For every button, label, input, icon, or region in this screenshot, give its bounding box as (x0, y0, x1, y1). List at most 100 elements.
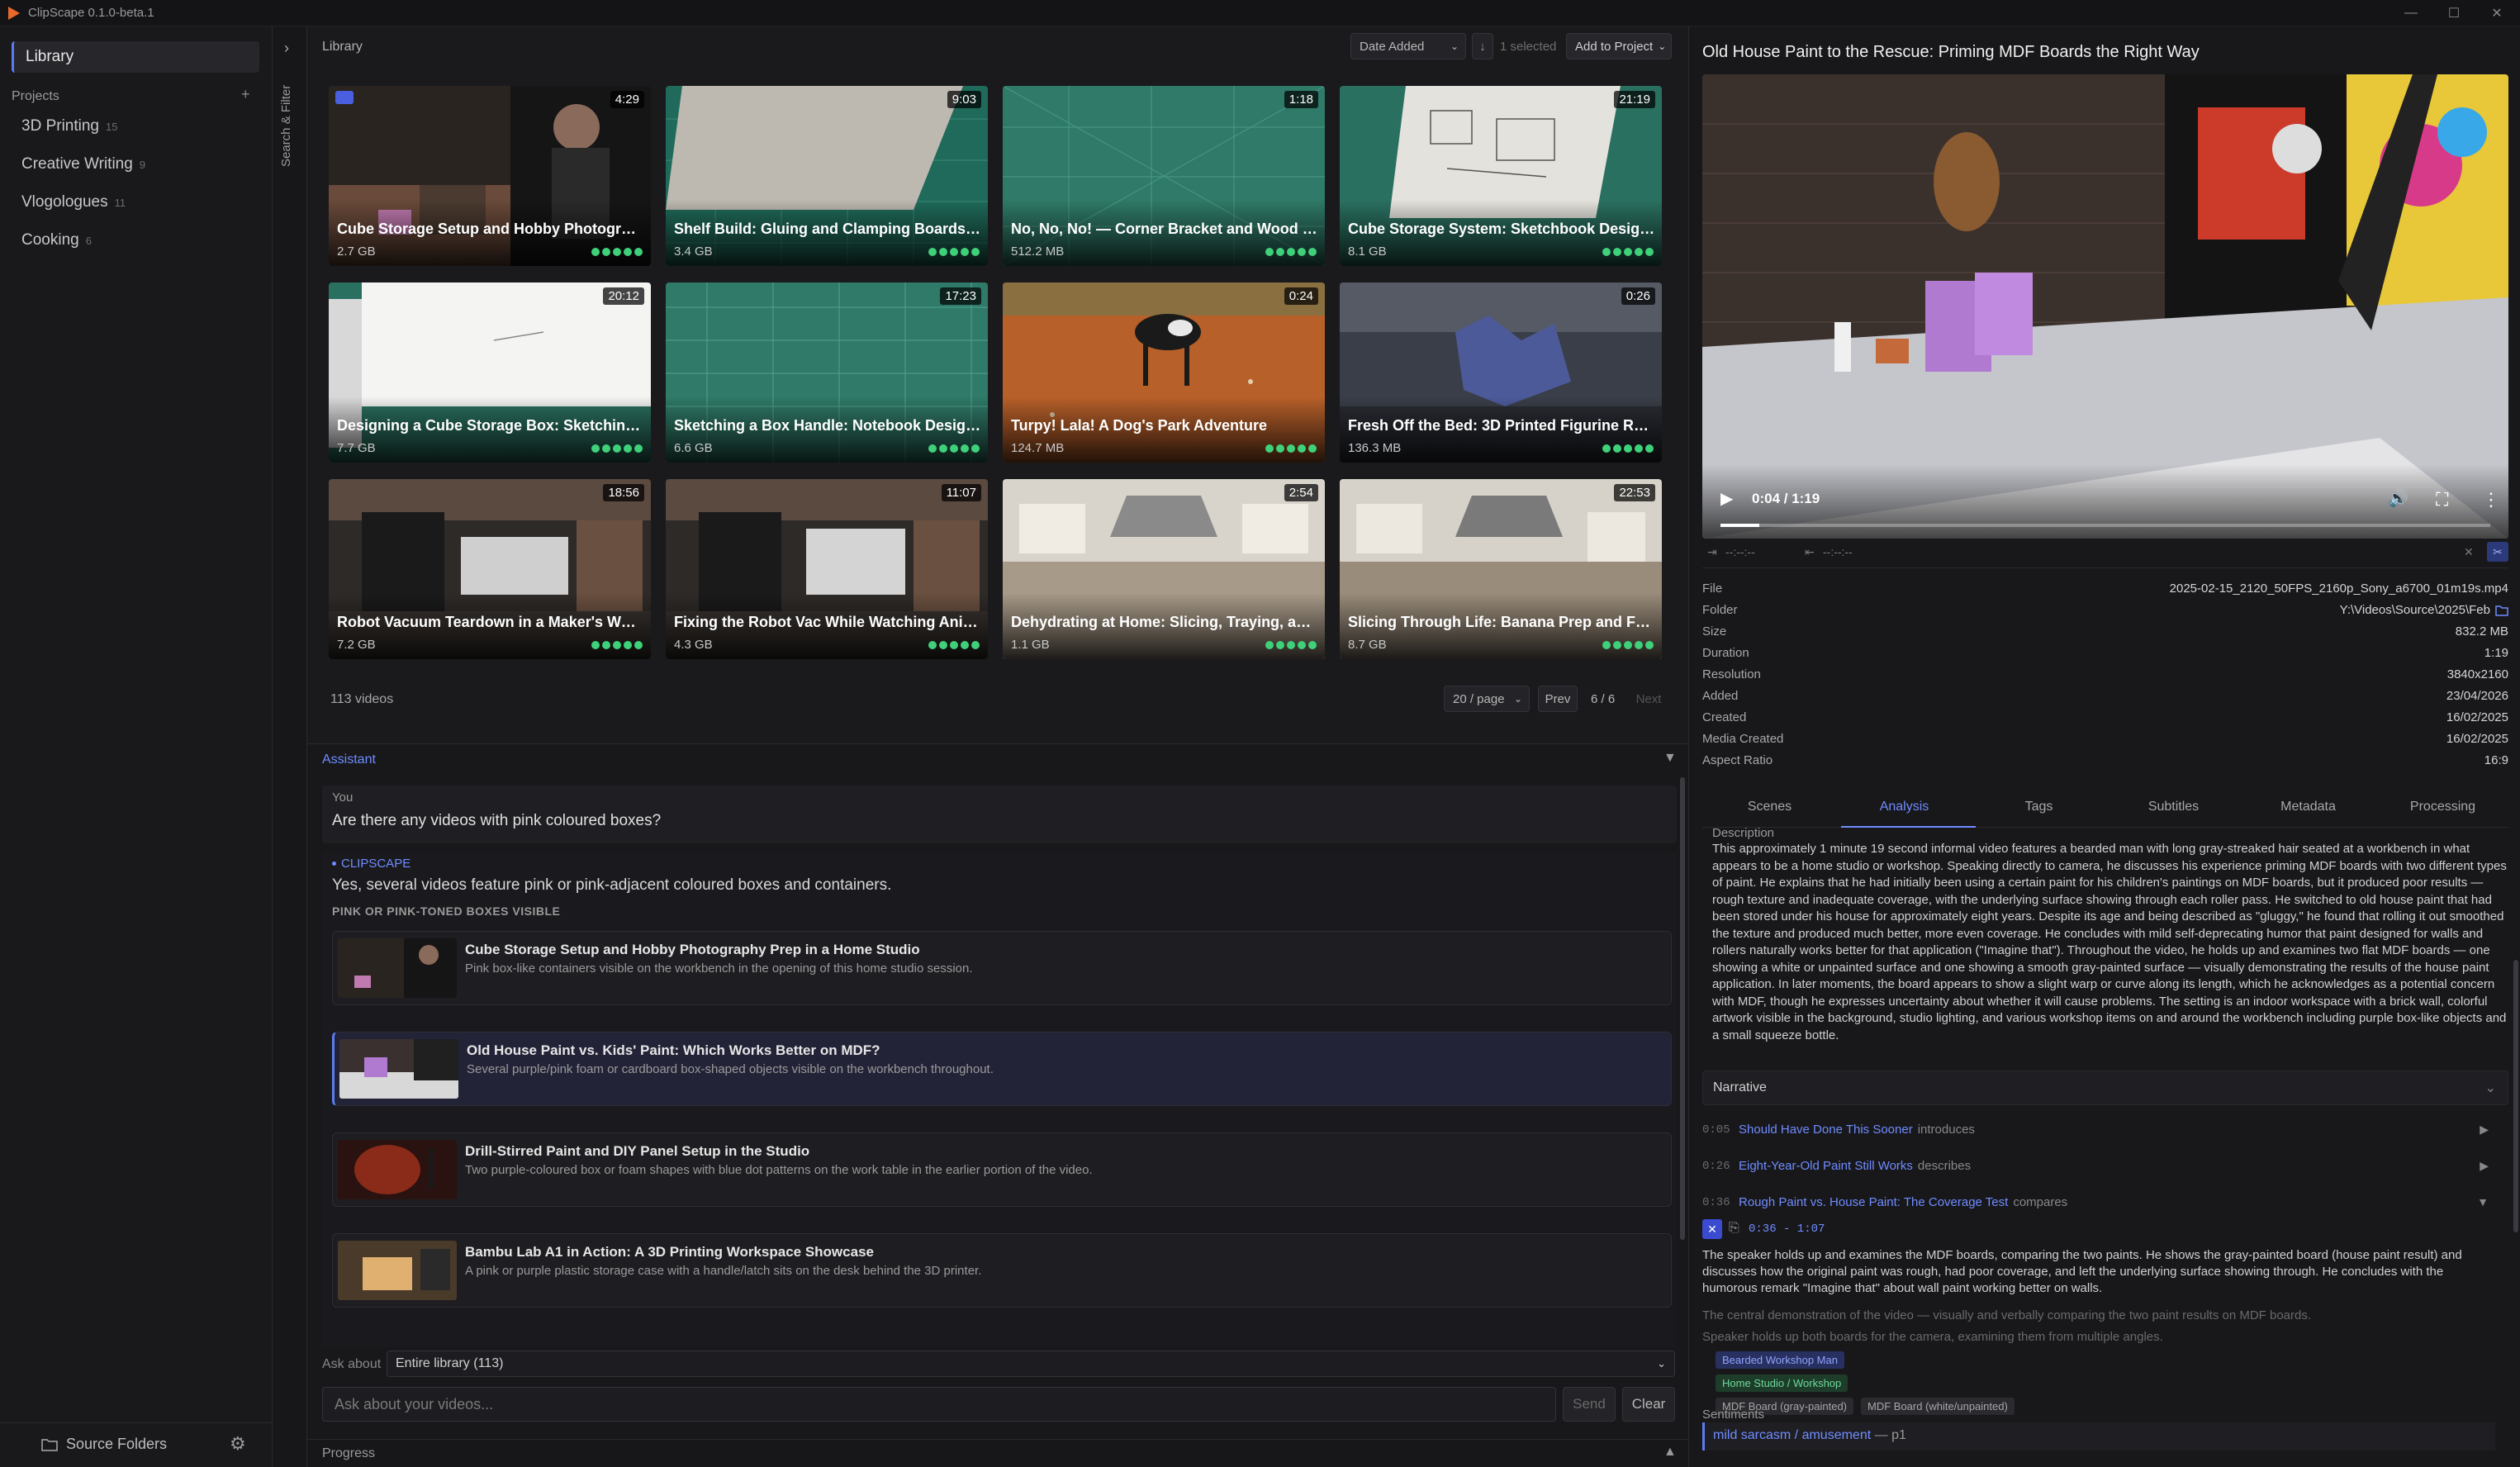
gear-icon[interactable]: ⚙ (230, 1433, 246, 1455)
meta-key: Media Created (1702, 732, 1784, 746)
tab-subtitles[interactable]: Subtitles (2106, 800, 2241, 814)
narrative-title: Rough Paint vs. House Paint: The Coverag… (1739, 1195, 2009, 1209)
collapse-arrow-icon[interactable]: ▼ (2477, 1195, 2489, 1208)
assistant-brand: CLIPSCAPE (332, 857, 411, 871)
search-filter-strip[interactable]: › Search & Filter (273, 26, 307, 1467)
meta-row: File 2025-02-15_2120_50FPS_2160p_Sony_a67… (1702, 582, 2508, 601)
result-card[interactable]: Drill-Stirred Paint and DIY Panel Setup … (332, 1132, 1672, 1207)
video-card[interactable]: 18:56 Robot Vacuum Teardown in a Maker's… (329, 479, 651, 659)
tab-processing[interactable]: Processing (2375, 800, 2510, 814)
video-card[interactable]: 0:26 Fresh Off the Bed: 3D Printed Figur… (1340, 282, 1662, 463)
send-button[interactable]: Send (1563, 1387, 1616, 1422)
narrative-item[interactable]: 0:05 Should Have Done This Sooner introdu… (1702, 1118, 2495, 1143)
play-icon[interactable]: ▶ (1720, 488, 1733, 509)
sidebar-item-project[interactable]: Creative Writing 9 (21, 155, 145, 173)
meta-key: Aspect Ratio (1702, 753, 1773, 767)
result-card[interactable]: Old House Paint vs. Kids' Paint: Which W… (332, 1032, 1672, 1106)
source-folders-button[interactable]: Source Folders (41, 1436, 167, 1453)
video-card[interactable]: 9:03 Shelf Build: Gluing and Clamping Bo… (666, 86, 988, 266)
video-size: 6.6 GB (674, 441, 713, 455)
expand-icon[interactable]: ▲ (1663, 1445, 1677, 1460)
result-desc: A pink or purple plastic storage case wi… (465, 1264, 982, 1278)
select-segment-icon[interactable]: ✕ (1702, 1219, 1722, 1239)
next-page-button[interactable]: Next (1629, 686, 1668, 712)
narrative-timestamp: 0:36 (1702, 1196, 1730, 1209)
entity-chip[interactable]: MDF Board (white/unpainted) (1861, 1398, 2015, 1415)
tab-scenes[interactable]: Scenes (1702, 800, 1837, 814)
sort-direction-button[interactable]: ↓ (1472, 33, 1493, 59)
fullscreen-icon[interactable]: ⛶ (2436, 489, 2448, 510)
sidebar-item-library[interactable]: Library (12, 41, 259, 73)
meta-key: Created (1702, 710, 1747, 724)
copy-icon[interactable]: ⎘ (1729, 1221, 1739, 1236)
sidebar-item-project[interactable]: 3D Printing 15 (21, 117, 117, 135)
result-card[interactable]: Cube Storage Setup and Hobby Photography… (332, 931, 1672, 1005)
video-title: Sketching a Box Handle: Notebook Design … (674, 417, 981, 434)
entity-chip[interactable]: Home Studio / Workshop (1716, 1374, 1848, 1392)
sidebar-item-project[interactable]: Cooking 6 (21, 231, 92, 249)
per-page-select[interactable]: 20 / page ⌄ (1444, 686, 1530, 712)
result-thumbnail (338, 1241, 457, 1300)
meta-key: Resolution (1702, 667, 1761, 681)
close-button[interactable]: ✕ (2478, 0, 2516, 26)
add-to-project-button[interactable]: Add to Project ⌄ (1566, 33, 1672, 59)
minimize-button[interactable]: — (2392, 0, 2430, 26)
video-size: 8.7 GB (1348, 638, 1387, 652)
ask-input[interactable] (322, 1387, 1556, 1422)
progress-panel[interactable]: Progress ▲ (307, 1439, 1688, 1467)
meta-value: 23/04/2026 (2446, 689, 2508, 703)
project-count: 6 (85, 235, 92, 247)
add-project-icon[interactable]: + (241, 86, 250, 103)
open-folder-icon[interactable] (2495, 605, 2508, 616)
video-card[interactable]: 1:18 No, No, No! — Corner Bracket and Wo… (1003, 86, 1325, 266)
entity-chip[interactable]: Bearded Workshop Man (1716, 1351, 1844, 1369)
ask-about-select[interactable]: Entire library (113) ⌄ (387, 1351, 1675, 1377)
result-card[interactable]: Bambu Lab A1 in Action: A 3D Printing Wo… (332, 1233, 1672, 1308)
video-card[interactable]: 11:07 Fixing the Robot Vac While Watchin… (666, 479, 988, 659)
video-card[interactable]: 20:12 Designing a Cube Storage Box: Sket… (329, 282, 651, 463)
assistant-scrollbar[interactable] (1680, 777, 1685, 1240)
more-options-icon[interactable]: ⋮ (2482, 489, 2500, 510)
trim-toolbar: ⇥ --:--:-- ⇤ --:--:-- ✕ ✂ (1702, 535, 2508, 568)
detail-scrollbar[interactable] (2513, 960, 2518, 1232)
tab-tags[interactable]: Tags (1972, 800, 2106, 814)
narrative-item[interactable]: 0:36 Rough Paint vs. House Paint: The Co… (1702, 1191, 2495, 1216)
video-player[interactable]: ▶ 0:04 / 1:19 🔊 ⛶ ⋮ (1702, 74, 2508, 539)
sort-value: Date Added (1360, 39, 1425, 54)
collapse-icon[interactable]: ▼ (1663, 751, 1677, 766)
seek-bar[interactable] (1720, 524, 2490, 527)
sidebar: Library Projects + 3D Printing 15 Creativ… (0, 26, 273, 1467)
video-card[interactable]: 21:19 Cube Storage System: Sketchbook De… (1340, 86, 1662, 266)
clear-trim-icon[interactable]: ✕ (2464, 545, 2474, 559)
result-desc: Pink box-like containers visible on the … (465, 961, 973, 976)
video-title: Shelf Build: Gluing and Clamping Boards … (674, 221, 981, 237)
clear-button[interactable]: Clear (1622, 1387, 1675, 1422)
sidebar-item-project[interactable]: Vlogologues 11 (21, 193, 126, 211)
per-page-value: 20 / page (1453, 691, 1505, 706)
mark-out-icon[interactable]: ⇤ (1805, 545, 1815, 559)
video-size: 136.3 MB (1348, 441, 1402, 455)
narrative-item[interactable]: 0:26 Eight-Year-Old Paint Still Works des… (1702, 1155, 2495, 1180)
selected-count: 1 selected (1500, 40, 1557, 54)
sort-select[interactable]: Date Added ⌄ (1350, 33, 1466, 59)
maximize-button[interactable]: ☐ (2435, 0, 2473, 26)
tab-metadata[interactable]: Metadata (2241, 800, 2375, 814)
tab-analysis[interactable]: Analysis (1837, 800, 1972, 814)
expand-arrow-icon[interactable]: ▶ (2480, 1123, 2489, 1137)
chevron-right-icon[interactable]: › (284, 40, 289, 57)
prev-page-button[interactable]: Prev (1538, 686, 1578, 712)
video-card[interactable]: 2:54 Dehydrating at Home: Slicing, Trayi… (1003, 479, 1325, 659)
video-card[interactable]: 17:23 Sketching a Box Handle: Notebook D… (666, 282, 988, 463)
description-label: Description (1712, 826, 1775, 840)
clip-export-icon[interactable]: ✂ (2487, 542, 2508, 562)
volume-icon[interactable]: 🔊 (2388, 488, 2408, 509)
video-card[interactable]: 4:29 Cube Storage Setup and Hobby Photog… (329, 86, 651, 266)
mark-in-icon[interactable]: ⇥ (1707, 545, 1717, 559)
processing-dots (928, 248, 980, 256)
narrative-header[interactable]: Narrative ⌄ (1702, 1071, 2508, 1105)
chevron-down-icon: ⌄ (1657, 1357, 1666, 1370)
video-card[interactable]: 0:24 Turpy! Lala! A Dog's Park Adventure… (1003, 282, 1325, 463)
expand-arrow-icon[interactable]: ▶ (2480, 1159, 2489, 1173)
video-card[interactable]: 22:53 Slicing Through Life: Banana Prep … (1340, 479, 1662, 659)
meta-value: 2025-02-15_2120_50FPS_2160p_Sony_a6700_0… (2169, 582, 2508, 596)
